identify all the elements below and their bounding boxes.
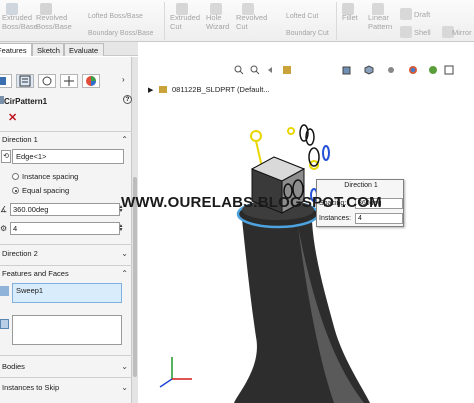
chevron-down-icon: ⌄ bbox=[121, 362, 128, 371]
angle-icon: ∡ bbox=[0, 205, 8, 214]
ribbon-separator bbox=[164, 2, 165, 40]
ribbon-revolved-boss[interactable]: Revolved Boss/Base bbox=[36, 13, 72, 31]
ribbon-draft[interactable]: Draft bbox=[414, 10, 430, 19]
angle-field[interactable]: 360.00deg bbox=[10, 203, 120, 216]
divider bbox=[0, 377, 132, 378]
ribbon-revolved-cut[interactable]: Revolved Cut bbox=[236, 13, 267, 31]
dimxpert-icon[interactable] bbox=[60, 74, 78, 88]
command-ribbon: Extruded Boss/Base Revolved Boss/Base Loft… bbox=[0, 0, 474, 42]
draft-icon[interactable] bbox=[400, 8, 412, 20]
chevron-down-icon: ⌄ bbox=[121, 249, 128, 258]
callout-instances-field[interactable]: 4 bbox=[355, 213, 403, 224]
handle-marker bbox=[250, 130, 262, 142]
ribbon-lofted-cut[interactable]: Lofted Cut bbox=[286, 12, 318, 21]
expand-arrow-icon[interactable]: › bbox=[122, 75, 125, 84]
pattern-axis-field[interactable]: Edge<1> bbox=[12, 149, 124, 164]
property-manager: › CirPattern1 ? ✕ Direction 1 ⌃ ⟲ Edge<1… bbox=[0, 57, 132, 403]
model-viewport[interactable] bbox=[138, 57, 474, 403]
instances-field[interactable]: 4 bbox=[10, 222, 120, 235]
ribbon-hole-wizard[interactable]: Hole Wizard bbox=[206, 13, 229, 31]
graphics-area[interactable]: ▶ 081122B_SLDPRT (Default... Direction 1… bbox=[138, 57, 474, 403]
divider bbox=[0, 131, 132, 132]
direction1-label: Direction 1 bbox=[2, 135, 38, 144]
ribbon-separator bbox=[336, 2, 337, 40]
ribbon-extruded-boss[interactable]: Extruded Boss/Base bbox=[2, 13, 38, 31]
direction2-header[interactable]: Direction 2 ⌄ bbox=[0, 249, 132, 261]
divider bbox=[0, 265, 132, 266]
features-to-pattern-icon bbox=[0, 286, 9, 296]
feature-title: CirPattern1 bbox=[4, 97, 48, 106]
ribbon-shell[interactable]: Shell bbox=[414, 28, 431, 37]
reverse-direction-icon[interactable]: ⟲ bbox=[1, 150, 11, 163]
ribbon-extruded-cut[interactable]: Extruded Cut bbox=[170, 13, 200, 31]
ribbon-boundary-boss[interactable]: Boundary Boss/Base bbox=[88, 29, 153, 38]
ribbon-mirror[interactable]: Mirror bbox=[452, 28, 472, 37]
instance-spacing-label: Instance spacing bbox=[22, 172, 79, 181]
sweep-preview-ring bbox=[322, 145, 330, 161]
triad-z-axis bbox=[159, 378, 173, 388]
tab-features[interactable]: Features bbox=[0, 43, 32, 56]
handle-marker bbox=[255, 140, 263, 168]
shell-icon[interactable] bbox=[400, 26, 412, 38]
handle-marker bbox=[287, 127, 295, 135]
features-to-pattern-list[interactable]: Sweep1 bbox=[12, 283, 122, 303]
property-manager-icon[interactable] bbox=[16, 74, 34, 88]
instance-spacing-radio[interactable] bbox=[12, 173, 19, 180]
sweep-preview-ring bbox=[308, 147, 320, 167]
callout-title: Direction 1 bbox=[344, 182, 378, 189]
instances-icon: ⚙ bbox=[0, 224, 8, 233]
panel-icon-bar: › bbox=[0, 73, 132, 89]
instances-to-skip-label: Instances to Skip bbox=[2, 383, 60, 392]
watermark-text: WWW.OURELABS.BLOGSPOT.COM bbox=[121, 194, 382, 211]
tab-evaluate[interactable]: Evaluate bbox=[64, 43, 104, 56]
help-icon[interactable]: ? bbox=[123, 95, 132, 104]
chevron-down-icon: ⌄ bbox=[121, 383, 128, 392]
feature-tree-icon[interactable] bbox=[0, 74, 12, 88]
equal-spacing-label: Equal spacing bbox=[22, 186, 70, 195]
tab-sketch[interactable]: Sketch bbox=[32, 43, 64, 56]
ribbon-lofted-boss[interactable]: Lofted Boss/Base bbox=[88, 12, 143, 21]
ribbon-linear-pattern[interactable]: Linear Pattern bbox=[368, 13, 392, 31]
direction1-header[interactable]: Direction 1 ⌃ bbox=[0, 135, 132, 147]
ribbon-fillet[interactable]: Fillet bbox=[342, 13, 358, 22]
divider bbox=[0, 244, 132, 245]
ribbon-boundary-cut[interactable]: Boundary Cut bbox=[286, 29, 329, 38]
bodies-label: Bodies bbox=[2, 362, 25, 371]
configuration-manager-icon[interactable] bbox=[38, 74, 56, 88]
equal-spacing-radio[interactable] bbox=[12, 187, 19, 194]
divider bbox=[0, 355, 132, 356]
display-manager-icon[interactable] bbox=[82, 74, 100, 88]
features-faces-header[interactable]: Features and Faces ⌃ bbox=[0, 269, 132, 281]
bodies-header[interactable]: Bodies ⌄ bbox=[0, 362, 132, 374]
features-faces-label: Features and Faces bbox=[2, 269, 69, 278]
callout-instances-label: Instances: bbox=[319, 215, 351, 222]
instances-to-skip-header[interactable]: Instances to Skip ⌄ bbox=[0, 383, 132, 395]
chevron-up-icon: ⌃ bbox=[121, 269, 128, 278]
command-manager-tabs: Features Sketch Evaluate bbox=[0, 42, 138, 56]
direction2-label: Direction 2 bbox=[2, 249, 38, 258]
chevron-up-icon: ⌃ bbox=[121, 135, 128, 144]
cancel-icon[interactable]: ✕ bbox=[8, 111, 17, 124]
faces-to-pattern-list[interactable] bbox=[12, 315, 122, 345]
instances-spin-icon[interactable]: ▲ ▼ bbox=[118, 224, 124, 233]
faces-to-pattern-icon bbox=[0, 319, 9, 329]
